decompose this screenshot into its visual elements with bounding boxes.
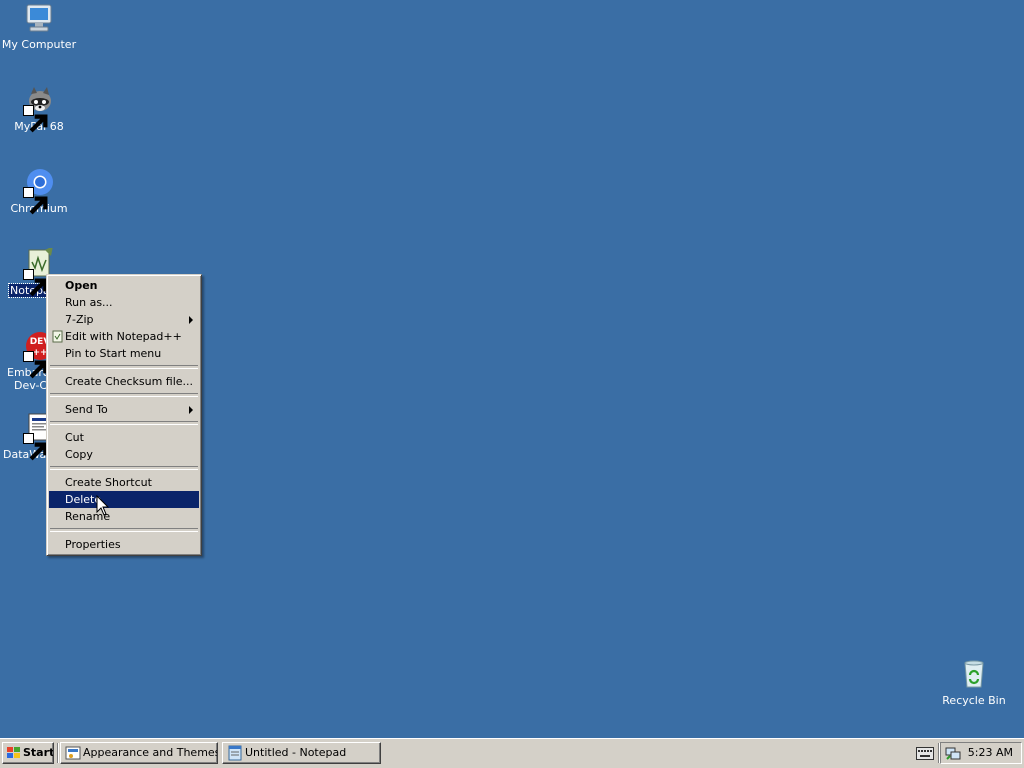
control-panel-icon xyxy=(65,745,81,761)
menu-item-edit-with-notepad-plus[interactable]: Edit with Notepad++ xyxy=(49,328,199,345)
desktop-icon-label: Recycle Bin xyxy=(942,694,1006,707)
shortcut-arrow-icon xyxy=(23,351,48,379)
notepad-plus-icon xyxy=(51,330,64,343)
menu-item-send-to[interactable]: Send To xyxy=(49,401,199,418)
desktop-icon-recycle-bin[interactable]: Recycle Bin xyxy=(935,658,1013,707)
desktop-icon-label: My Computer xyxy=(1,38,77,51)
keyboard-icon[interactable] xyxy=(916,747,934,760)
notepad-icon xyxy=(227,745,243,761)
menu-separator xyxy=(50,421,198,425)
submenu-arrow-icon xyxy=(189,316,193,324)
mouse-cursor-icon xyxy=(96,495,110,516)
start-label: Start xyxy=(23,746,54,759)
taskbar: Start Appearance and Themes Untitled - N… xyxy=(0,738,1024,768)
context-menu: Open Run as... 7-Zip Edit with Notepad++… xyxy=(46,274,202,556)
menu-item-properties[interactable]: Properties xyxy=(49,536,199,553)
menu-item-rename[interactable]: Rename xyxy=(49,508,199,525)
menu-item-label: Properties xyxy=(65,538,121,551)
menu-item-create-shortcut[interactable]: Create Shortcut xyxy=(49,474,199,491)
windows-logo-icon xyxy=(6,746,21,760)
menu-item-label: Cut xyxy=(65,431,84,444)
menu-separator xyxy=(50,393,198,397)
shortcut-arrow-icon xyxy=(23,105,48,133)
task-label: Untitled - Notepad xyxy=(245,746,347,759)
task-button-notepad[interactable]: Untitled - Notepad xyxy=(222,742,381,764)
menu-item-label: Create Shortcut xyxy=(65,476,152,489)
network-icon[interactable] xyxy=(945,745,961,761)
chromium-icon xyxy=(23,166,55,215)
start-button[interactable]: Start xyxy=(2,742,54,764)
submenu-arrow-icon xyxy=(189,406,193,414)
desktop-icon-mypal[interactable]: MyPal 68 xyxy=(0,84,78,133)
recycle-bin-icon xyxy=(958,658,990,690)
menu-item-label: Run as... xyxy=(65,296,113,309)
menu-item-7zip[interactable]: 7-Zip xyxy=(49,311,199,328)
taskbar-divider xyxy=(57,743,59,763)
shortcut-arrow-icon xyxy=(23,269,48,297)
desktop-icon-my-computer[interactable]: My Computer xyxy=(0,2,78,51)
desktop-icon-chromium[interactable]: Chromium xyxy=(0,166,78,215)
menu-item-delete[interactable]: Delete xyxy=(49,491,199,508)
menu-item-label: Edit with Notepad++ xyxy=(65,330,182,343)
menu-item-pin-to-start[interactable]: Pin to Start menu xyxy=(49,345,199,362)
shortcut-arrow-icon xyxy=(23,187,48,215)
menu-separator xyxy=(50,528,198,532)
menu-item-label: Open xyxy=(65,279,98,292)
menu-separator xyxy=(50,365,198,369)
system-tray: 5:23 AM xyxy=(940,742,1022,764)
menu-item-run-as[interactable]: Run as... xyxy=(49,294,199,311)
menu-separator xyxy=(50,466,198,470)
menu-item-create-checksum[interactable]: Create Checksum file... xyxy=(49,373,199,390)
shortcut-arrow-icon xyxy=(23,433,48,461)
raccoon-icon xyxy=(23,84,55,133)
menu-item-label: 7-Zip xyxy=(65,313,94,326)
task-button-appearance-themes[interactable]: Appearance and Themes xyxy=(60,742,218,764)
clock[interactable]: 5:23 AM xyxy=(968,746,1013,759)
menu-item-label: Send To xyxy=(65,403,108,416)
menu-item-label: Create Checksum file... xyxy=(65,375,194,388)
menu-item-label: Pin to Start menu xyxy=(65,347,162,360)
menu-item-label: Copy xyxy=(65,448,93,461)
menu-item-copy[interactable]: Copy xyxy=(49,446,199,463)
computer-icon xyxy=(23,2,55,34)
task-label: Appearance and Themes xyxy=(83,746,218,759)
menu-item-open[interactable]: Open xyxy=(49,277,199,294)
menu-item-cut[interactable]: Cut xyxy=(49,429,199,446)
